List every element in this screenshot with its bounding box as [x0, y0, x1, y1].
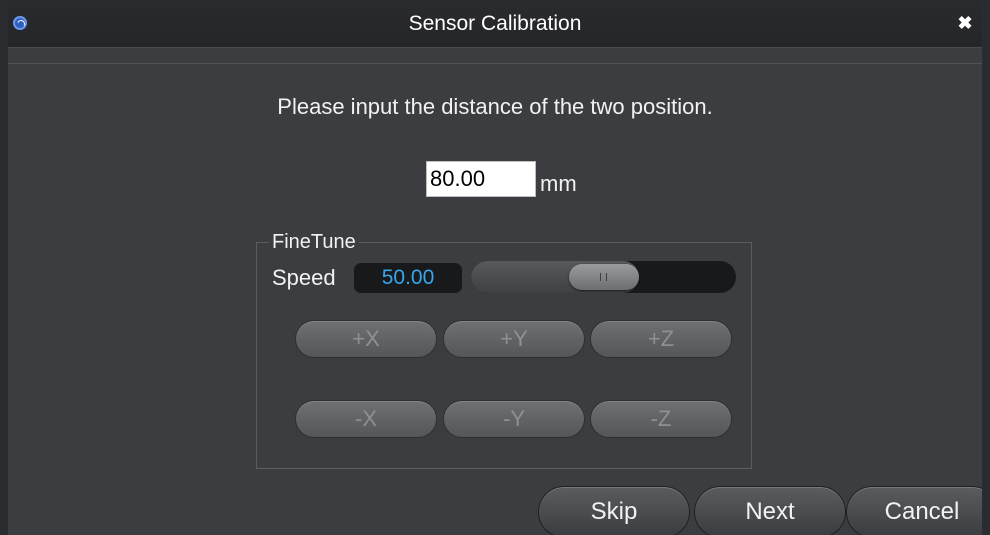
minus-z-button[interactable]: -Z [590, 400, 732, 438]
header-divider [8, 63, 982, 64]
plus-x-button[interactable]: +X [295, 320, 437, 358]
title-bar[interactable]: Sensor Calibration ✖ [8, 0, 982, 48]
plus-z-button[interactable]: +Z [590, 320, 732, 358]
finetune-group: FineTune Speed 50.00 +X +Y +Z -X -Y -Z [256, 229, 752, 469]
speed-slider[interactable] [471, 261, 736, 293]
distance-input[interactable] [426, 161, 536, 197]
speed-slider-handle[interactable] [569, 264, 639, 290]
sensor-calibration-dialog: Sensor Calibration ✖ Please input the di… [0, 0, 990, 535]
skip-button[interactable]: Skip [538, 486, 690, 535]
minus-y-button[interactable]: -Y [443, 400, 585, 438]
instruction-text: Please input the distance of the two pos… [277, 94, 713, 119]
cancel-button[interactable]: Cancel [846, 486, 982, 535]
close-icon[interactable]: ✖ [957, 14, 973, 32]
finetune-group-label: FineTune [269, 229, 359, 255]
speed-value-display[interactable]: 50.00 [354, 263, 462, 293]
minus-x-button[interactable]: -X [295, 400, 437, 438]
window-title: Sensor Calibration [408, 12, 582, 35]
distance-unit-label: mm [540, 171, 577, 196]
plus-y-button[interactable]: +Y [443, 320, 585, 358]
next-button[interactable]: Next [694, 486, 846, 535]
speed-label: Speed [272, 265, 336, 290]
